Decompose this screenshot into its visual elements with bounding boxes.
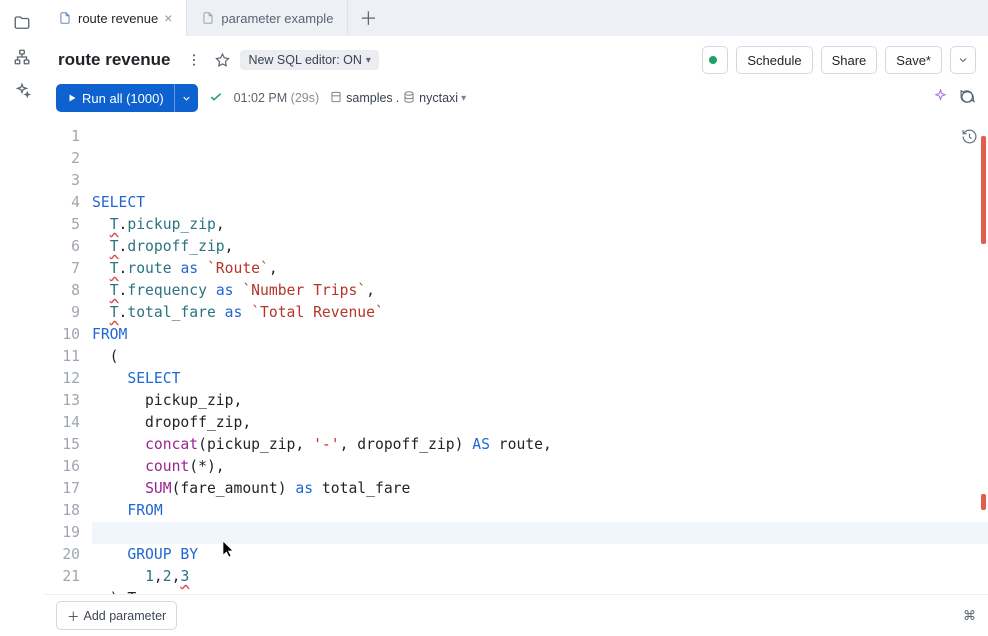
kebab-menu-icon[interactable] (184, 50, 204, 70)
query-header: route revenue New SQL editor: ON ▾ Sched… (44, 36, 988, 82)
status-indicator[interactable] (702, 46, 728, 74)
last-run-time: 01:02 PM (29s) (234, 91, 319, 105)
database-icon (402, 90, 416, 107)
ai-assist-icon[interactable] (932, 88, 949, 108)
error-marker (981, 494, 986, 510)
catalog-icon (329, 90, 343, 107)
folder-icon[interactable] (13, 14, 31, 32)
page-title: route revenue (58, 50, 170, 70)
sql-file-icon (201, 11, 215, 25)
chevron-down-icon: ▾ (366, 55, 371, 66)
green-dot-icon (709, 56, 717, 64)
add-tab-button[interactable]: ＋ (348, 0, 388, 36)
app-root: route revenue × parameter example ＋ rout… (0, 0, 988, 636)
save-button[interactable]: Save* (885, 46, 942, 74)
toggle-label: New SQL editor: ON (248, 53, 361, 67)
tab-label: parameter example (221, 11, 333, 26)
run-toolbar: Run all (1000) 01:02 PM (29s) samples . … (44, 82, 988, 122)
sql-editor-toggle[interactable]: New SQL editor: ON ▾ (240, 50, 379, 70)
ai-sparkle-icon[interactable] (13, 82, 31, 100)
star-icon[interactable] (212, 50, 232, 70)
save-menu-caret[interactable] (950, 46, 976, 74)
sql-editor[interactable]: 123456789101112131415161718192021 SELECT… (44, 122, 988, 594)
plus-icon: ＋ (67, 606, 80, 625)
execution-marker-track (980, 122, 986, 594)
add-parameter-button[interactable]: ＋ Add parameter (56, 601, 177, 630)
check-icon (208, 89, 224, 108)
tab-label: route revenue (78, 11, 158, 26)
chevron-down-icon: ▾ (461, 93, 466, 104)
comment-icon[interactable] (959, 88, 976, 108)
tab-strip: route revenue × parameter example ＋ (44, 0, 988, 36)
run-all-split-button: Run all (1000) (56, 84, 198, 112)
run-all-button[interactable]: Run all (1000) (56, 84, 174, 112)
schedule-button[interactable]: Schedule (736, 46, 812, 74)
left-rail (0, 0, 44, 636)
code-area[interactable]: SELECT T.pickup_zip, T.dropoff_zip, T.ro… (88, 122, 988, 594)
share-button[interactable]: Share (821, 46, 878, 74)
keyboard-shortcuts-icon[interactable]: ⌘ (963, 608, 976, 624)
tab-parameter-example[interactable]: parameter example (187, 0, 348, 36)
tab-route-revenue[interactable]: route revenue × (44, 0, 187, 36)
error-marker (981, 136, 986, 244)
close-icon[interactable]: × (164, 10, 172, 26)
footer-bar: ＋ Add parameter ⌘ (44, 594, 988, 636)
play-icon (66, 92, 78, 104)
sql-file-icon (58, 11, 72, 25)
schema-icon[interactable] (13, 48, 31, 66)
line-gutter: 123456789101112131415161718192021 (44, 122, 88, 594)
run-label: Run all (1000) (82, 91, 164, 106)
main-panel: route revenue × parameter example ＋ rout… (44, 0, 988, 636)
catalog-selector[interactable]: samples . nyctaxi ▾ (329, 90, 466, 107)
run-menu-caret[interactable] (174, 84, 198, 112)
